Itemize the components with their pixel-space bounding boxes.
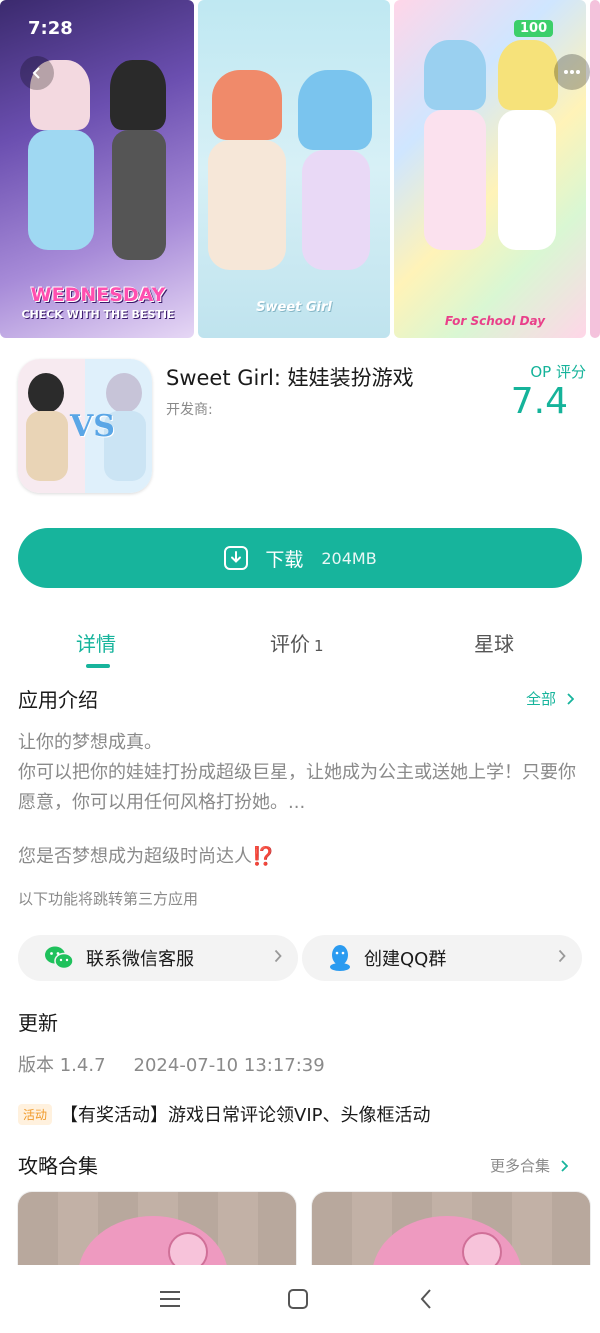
guides-title: 攻略合集	[18, 1154, 98, 1178]
intro-title: 应用介绍	[18, 688, 98, 712]
menu-button[interactable]	[154, 1283, 186, 1315]
version-line: 版本 1.4.7 2024-07-10 13:17:39	[18, 1051, 325, 1077]
wechat-icon	[45, 946, 74, 970]
tab-label: 星球	[474, 632, 514, 656]
guide-card[interactable]	[18, 1192, 296, 1272]
third-party-note: 以下功能将跳转第三方应用	[18, 890, 199, 908]
doll-figure	[28, 130, 94, 250]
download-button[interactable]: 下载 204MB	[18, 528, 582, 588]
screenshot-4-peek[interactable]	[590, 0, 600, 338]
activity-text: 【有奖活动】游戏日常评论领VIP、头像框活动	[60, 1105, 431, 1126]
system-nav-bar	[0, 1265, 600, 1333]
intro-question: 您是否梦想成为超级时尚达人⁉️	[18, 846, 275, 867]
activity-badge: 活动	[18, 1103, 53, 1125]
update-title: 更新	[18, 1011, 58, 1035]
doll-figure	[208, 140, 286, 270]
app-icon: VS	[18, 359, 152, 493]
download-size: 204MB	[321, 548, 377, 568]
tab-planet[interactable]: 星球	[474, 628, 514, 657]
tab-label: 评价	[270, 632, 310, 656]
intro-description[interactable]: 让你的梦想成真。 你可以把你的娃娃打扮成超级巨星，让她成为公主或送她上学！只要你…	[18, 728, 584, 818]
doll-figure	[212, 70, 282, 140]
doll-figure	[498, 110, 556, 250]
doll-figure	[498, 40, 558, 110]
icon-doll-left	[28, 373, 64, 413]
doll-figure	[112, 130, 166, 260]
back-icon	[420, 1289, 431, 1309]
download-label: 下载	[265, 548, 304, 571]
screenshot-caption: WEDNESDAY	[30, 284, 166, 306]
guide-card[interactable]	[312, 1192, 590, 1272]
menu-icon	[160, 1291, 180, 1307]
tab-reviews[interactable]: 评价 1	[270, 628, 324, 657]
tab-bar: 详情 评价 1 星球	[0, 620, 600, 670]
status-time: 7:28	[28, 18, 73, 39]
icon-doll-right	[106, 373, 142, 413]
pill-label: 联系微信客服	[86, 949, 194, 970]
chevron-right-icon	[567, 692, 575, 705]
more-dots-icon	[564, 70, 580, 74]
activity-row[interactable]: 活动 【有奖活动】游戏日常评论领VIP、头像框活动	[18, 1101, 431, 1127]
wechat-service-button[interactable]: 联系微信客服	[18, 935, 298, 981]
screenshot-carousel[interactable]: 7:28 100 WEDNESDAY CHECK WITH THE BESTIE…	[0, 0, 600, 338]
chevron-left-icon	[32, 67, 40, 79]
score-label: OP 评分	[530, 363, 586, 381]
version-number: 版本 1.4.7	[18, 1055, 106, 1076]
screenshot-subcaption: CHECK WITH THE BESTIE	[21, 308, 175, 321]
app-icon-text: VS	[70, 409, 115, 444]
chevron-right-icon	[274, 949, 282, 963]
screenshot-3[interactable]	[394, 0, 586, 338]
update-date: 2024-07-10 13:17:39	[133, 1055, 325, 1076]
intro-more-label: 全部	[526, 690, 557, 708]
home-icon	[288, 1289, 308, 1309]
doll-figure	[424, 40, 486, 110]
screenshot-caption: Sweet Girl	[256, 300, 332, 315]
guides-more-label: 更多合集	[490, 1157, 551, 1175]
battery-indicator: 100	[514, 20, 554, 37]
create-qq-group-button[interactable]: 创建QQ群	[302, 935, 582, 981]
guides-more-link[interactable]: 更多合集	[490, 1155, 569, 1176]
doll-figure	[302, 150, 370, 270]
back-nav-button[interactable]	[410, 1283, 442, 1315]
tab-count: 1	[314, 637, 324, 655]
icon-doll-left-body	[26, 411, 68, 481]
more-button[interactable]	[554, 54, 590, 90]
intro-line: 你可以把你的娃娃打扮成超级巨星，让她成为公主或送她上学！只要你愿意，你可以用任何…	[18, 762, 576, 813]
home-button[interactable]	[282, 1283, 314, 1315]
screenshot-caption: For School Day	[444, 314, 546, 328]
back-button[interactable]	[20, 56, 54, 90]
download-icon	[224, 546, 249, 570]
developer-label[interactable]: 开发商:	[166, 399, 213, 419]
pill-label: 创建QQ群	[364, 949, 447, 970]
screenshot-2[interactable]	[198, 0, 390, 338]
tab-details[interactable]: 详情	[76, 628, 116, 657]
chevron-right-icon	[558, 949, 566, 963]
tab-indicator	[86, 664, 110, 668]
qq-icon	[330, 945, 350, 971]
tab-label: 详情	[76, 632, 116, 656]
doll-figure	[424, 110, 486, 250]
intro-line: 让你的梦想成真。	[18, 732, 162, 753]
doll-figure	[298, 70, 372, 150]
intro-more-link[interactable]: 全部	[526, 688, 575, 709]
app-title: Sweet Girl: 娃娃装扮游戏	[166, 366, 414, 390]
score-value: 7.4	[510, 381, 568, 422]
doll-figure	[110, 60, 166, 130]
chevron-right-icon	[561, 1159, 569, 1172]
